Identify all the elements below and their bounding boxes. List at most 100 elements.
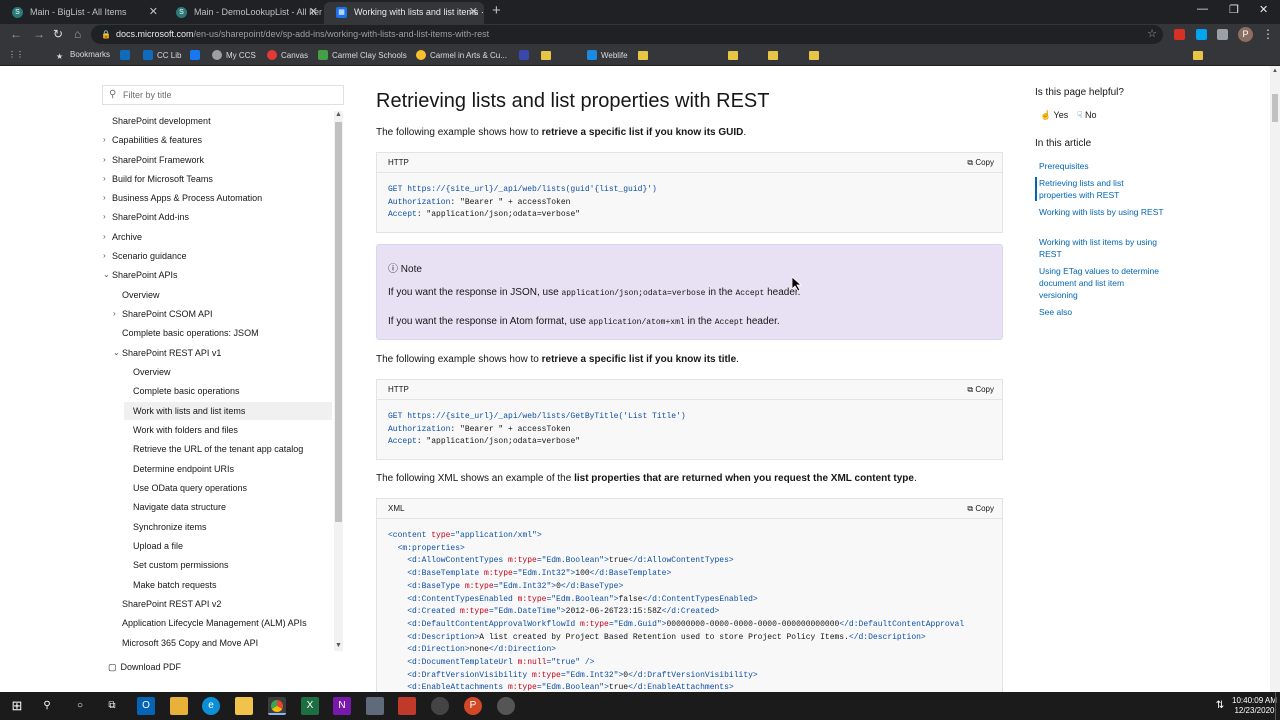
toc-item[interactable]: Work with folders and files [133,425,238,435]
toc-scrollbar[interactable]: ▲ ▼ [334,111,343,651]
article-link[interactable]: Using ETag values to determine document … [1039,265,1164,301]
search-icon[interactable]: ⚲ [38,697,56,715]
folder-icon[interactable] [728,51,738,60]
profile-avatar[interactable]: P [1238,27,1253,42]
no-button[interactable]: ☟ No [1077,110,1097,121]
page-scrollbar[interactable]: ▲ [1270,66,1280,692]
folder-icon[interactable] [1193,51,1203,60]
bookmark-item[interactable]: CC Lib [143,50,181,60]
network-icon[interactable]: ⇅ [1211,697,1229,715]
folder-icon[interactable] [809,51,819,60]
extension-icon[interactable] [1196,29,1207,40]
excel-icon[interactable]: X [301,697,319,715]
apps-icon[interactable]: ⋮⋮ [8,50,24,59]
toc-item[interactable]: Overview [133,367,171,377]
bookmark-item[interactable]: Carmel Clay Schools [318,50,407,60]
task-view-icon[interactable]: ⧉ [103,697,121,715]
app-icon[interactable] [497,697,515,715]
toc-item[interactable]: Determine endpoint URIs [133,464,234,474]
forward-icon[interactable]: → [33,27,45,41]
cortana-icon[interactable]: ○ [71,697,89,715]
toc-item[interactable]: Complete basic operations [133,386,240,396]
toc-item[interactable]: › Archive [103,232,142,242]
toc-item[interactable]: ⌄ SharePoint REST API v1 [113,348,221,358]
close-window-icon[interactable]: ✕ [1259,3,1268,16]
toc-item[interactable]: SharePoint development [112,116,211,126]
maximize-icon[interactable]: ❐ [1229,3,1239,16]
toc-item[interactable]: SharePoint REST API v2 [122,599,221,609]
reload-icon[interactable]: ↻ [53,27,63,41]
toc-item[interactable]: › SharePoint Framework [103,155,204,165]
close-tab-icon[interactable]: ✕ [149,2,158,22]
copy-button[interactable]: ⧉ Copy [967,153,994,173]
article-link[interactable]: Working with lists by using REST [1039,206,1164,218]
bookmark-star-icon[interactable]: ☆ [1147,25,1157,44]
minimize-icon[interactable]: — [1197,3,1208,15]
outlook-icon[interactable]: O [137,697,155,715]
toc-item[interactable]: › SharePoint Add-ins [103,212,189,222]
copy-button[interactable]: ⧉ Copy [967,380,994,400]
bookmark-item[interactable]: Weblife [587,50,628,60]
yes-button[interactable]: ☝ Yes [1040,110,1068,121]
toc-item[interactable]: Set custom permissions [133,560,229,570]
toc-item[interactable]: Upload a file [133,541,183,551]
toc-item[interactable]: Use OData query operations [133,483,247,493]
article-link[interactable]: See also [1039,306,1164,318]
extensions-puzzle-icon[interactable] [1217,29,1228,40]
powerpoint-icon[interactable]: P [464,697,482,715]
scrollbar-thumb[interactable] [1272,94,1278,122]
show-desktop-button[interactable] [1275,692,1280,720]
filter-input[interactable]: ⚲ Filter by title [102,85,344,105]
app-icon[interactable] [366,697,384,715]
toc-item[interactable]: Microsoft 365 Copy and Move API [122,638,258,648]
scroll-up-icon[interactable]: ▲ [335,111,342,118]
folder-icon[interactable] [235,697,253,715]
app-icon[interactable] [398,697,416,715]
bookmark-item[interactable] [190,50,204,60]
article-link-current[interactable]: Retrieving lists and list properties wit… [1035,177,1160,201]
browser-tab-active[interactable]: ▦ Working with lists and list items · ✕ [324,2,484,24]
toc-item[interactable]: › Business Apps & Process Automation [103,193,262,203]
folder-icon[interactable] [638,51,648,60]
browser-tab[interactable]: S Main - BigList - All Items ✕ [0,2,164,24]
download-pdf-link[interactable]: ▢ Download PDF [108,662,181,673]
close-tab-icon[interactable]: ✕ [309,2,318,22]
bookmark-item[interactable]: ★ Bookmarks [56,50,110,62]
toc-item-selected[interactable]: Work with lists and list items [124,402,332,420]
toc-item[interactable]: Overview [122,290,160,300]
scrollbar-thumb[interactable] [335,122,342,522]
file-manager-icon[interactable] [170,697,188,715]
toc-item[interactable]: ⌄ SharePoint APIs [103,270,178,280]
toc-item[interactable]: › SharePoint CSOM API [113,309,213,319]
onenote-icon[interactable]: N [333,697,351,715]
bookmark-item[interactable] [120,50,134,60]
toc-item[interactable]: Complete basic operations: JSOM [122,328,259,338]
bookmark-item[interactable] [519,50,533,60]
app-icon[interactable] [431,697,449,715]
bookmark-item[interactable]: My CCS [212,50,256,60]
browser-tab[interactable]: S Main - DemoLookupList - All Iter ✕ [164,2,324,24]
copy-button[interactable]: ⧉ Copy [967,499,994,519]
toc-item[interactable]: Synchronize items [133,522,207,532]
windows-start-icon[interactable]: ⊞ [8,697,26,715]
bookmark-item[interactable]: Carmel in Arts & Cu... [416,50,507,60]
bookmark-item[interactable]: Canvas [267,50,308,60]
article-link[interactable]: Working with list items by using REST [1039,236,1164,260]
toc-item[interactable]: Navigate data structure [133,502,226,512]
address-bar[interactable]: 🔒 docs.microsoft.com/en-us/sharepoint/de… [91,25,1163,44]
toc-item[interactable]: Application Lifecycle Management (ALM) A… [122,618,307,628]
toc-item[interactable]: Retrieve the URL of the tenant app catal… [133,444,303,454]
toc-item[interactable]: › Build for Microsoft Teams [103,174,213,184]
toc-item[interactable]: › Scenario guidance [103,251,187,261]
folder-icon[interactable] [541,51,551,60]
chrome-icon[interactable] [268,697,286,715]
article-link[interactable]: Prerequisites [1039,160,1164,172]
back-icon[interactable]: ← [10,27,22,41]
scroll-down-icon[interactable]: ▼ [335,642,342,649]
system-clock[interactable]: 10:40:09 AM 12/23/2020 [1232,696,1277,716]
extension-icon[interactable] [1174,29,1185,40]
edge-icon[interactable]: e [202,697,220,715]
toc-item[interactable]: › Capabilities & features [103,135,202,145]
home-icon[interactable]: ⌂ [74,27,81,41]
new-tab-icon[interactable]: + [492,2,501,19]
